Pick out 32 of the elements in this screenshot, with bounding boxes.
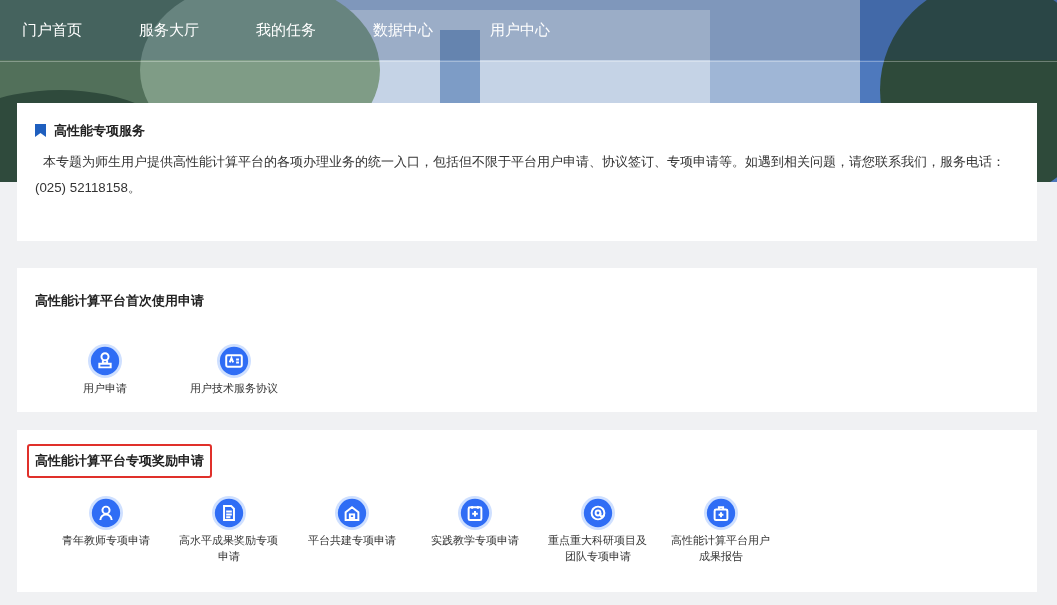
service-label: 实践教学专项申请 bbox=[429, 532, 520, 548]
id-card-icon bbox=[216, 343, 251, 378]
service-label: 高性能计算平台用户成果报告 bbox=[670, 532, 771, 564]
house-icon bbox=[334, 495, 369, 530]
service-label: 青年教师专项申请 bbox=[60, 532, 151, 548]
intro-text: 本专题为师生用户提供高性能计算平台的各项办理业务的统一入口，包括但不限于平台用户申请、协议签订、专项申请等。如遇到相关问题，请您联系我们，服务电话：(025) 52118158。 bbox=[35, 152, 1006, 197]
calendar-plus-icon bbox=[457, 495, 492, 530]
service-label: 用户申请 bbox=[81, 380, 128, 396]
service-item[interactable]: 实践教学专项申请 bbox=[413, 495, 536, 564]
service-item[interactable]: 用户申请 bbox=[43, 343, 166, 396]
service-label: 重点重大科研项目及团队专项申请 bbox=[547, 532, 648, 564]
section-title: 高性能计算平台专项奖励申请 bbox=[27, 444, 212, 478]
nav-link[interactable]: 门户首页 bbox=[22, 19, 82, 42]
service-item[interactable]: 平台共建专项申请 bbox=[290, 495, 413, 564]
service-label: 高水平成果奖励专项申请 bbox=[178, 532, 279, 564]
intro-title: 高性能专项服务 bbox=[54, 122, 145, 140]
service-item[interactable]: 高性能计算平台用户成果报告 bbox=[659, 495, 782, 564]
service-item[interactable]: 高水平成果奖励专项申请 bbox=[167, 495, 290, 564]
stamp-icon bbox=[87, 343, 122, 378]
user-icon bbox=[88, 495, 123, 530]
briefcase-icon bbox=[703, 495, 738, 530]
service-item[interactable]: 青年教师专项申请 bbox=[44, 495, 167, 564]
service-label: 平台共建专项申请 bbox=[306, 532, 397, 548]
service-item[interactable]: 用户技术服务协议 bbox=[172, 343, 295, 396]
nav-link[interactable]: 我的任务 bbox=[256, 19, 316, 42]
bookmark-icon bbox=[35, 124, 46, 138]
nav-link[interactable]: 服务大厅 bbox=[139, 19, 199, 42]
section-title: 高性能计算平台首次使用申请 bbox=[34, 292, 205, 310]
target-icon bbox=[580, 495, 615, 530]
document-icon bbox=[211, 495, 246, 530]
service-label: 用户技术服务协议 bbox=[188, 380, 279, 396]
service-item[interactable]: 重点重大科研项目及团队专项申请 bbox=[536, 495, 659, 564]
